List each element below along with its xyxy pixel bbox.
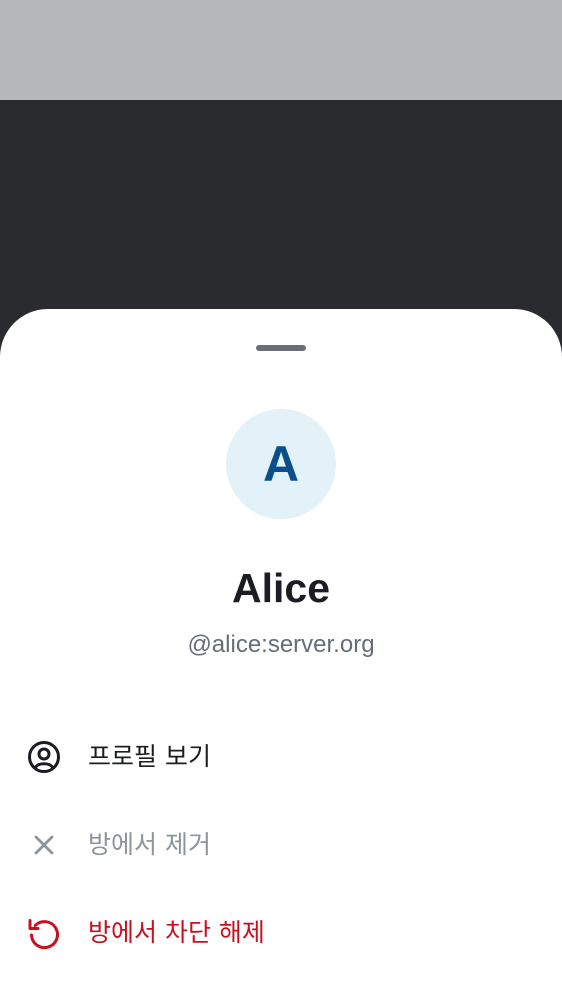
- member-display-name: Alice: [232, 565, 330, 611]
- status-bar-area: [0, 0, 562, 100]
- remove-from-room-action[interactable]: 방에서 제거: [0, 801, 562, 889]
- unban-from-room-label: 방에서 차단 해제: [88, 918, 265, 947]
- member-bottom-sheet: A Alice @alice:server.org 프로필 보기 방에서 제거 …: [0, 309, 562, 1000]
- unban-from-room-action[interactable]: 방에서 차단 해제: [0, 889, 562, 977]
- view-profile-action[interactable]: 프로필 보기: [0, 713, 562, 801]
- undo-icon: [24, 913, 64, 953]
- close-icon: [24, 825, 64, 865]
- avatar: A: [226, 409, 336, 519]
- sheet-drag-handle[interactable]: [256, 345, 306, 351]
- action-list: 프로필 보기 방에서 제거 방에서 차단 해제: [0, 713, 562, 977]
- avatar-initial: A: [262, 436, 300, 492]
- view-profile-label: 프로필 보기: [88, 742, 211, 771]
- remove-from-room-label: 방에서 제거: [88, 830, 211, 859]
- user-profile-icon: [24, 737, 64, 777]
- screen: A Alice @alice:server.org 프로필 보기 방에서 제거 …: [0, 0, 562, 1000]
- member-user-id: @alice:server.org: [187, 631, 375, 658]
